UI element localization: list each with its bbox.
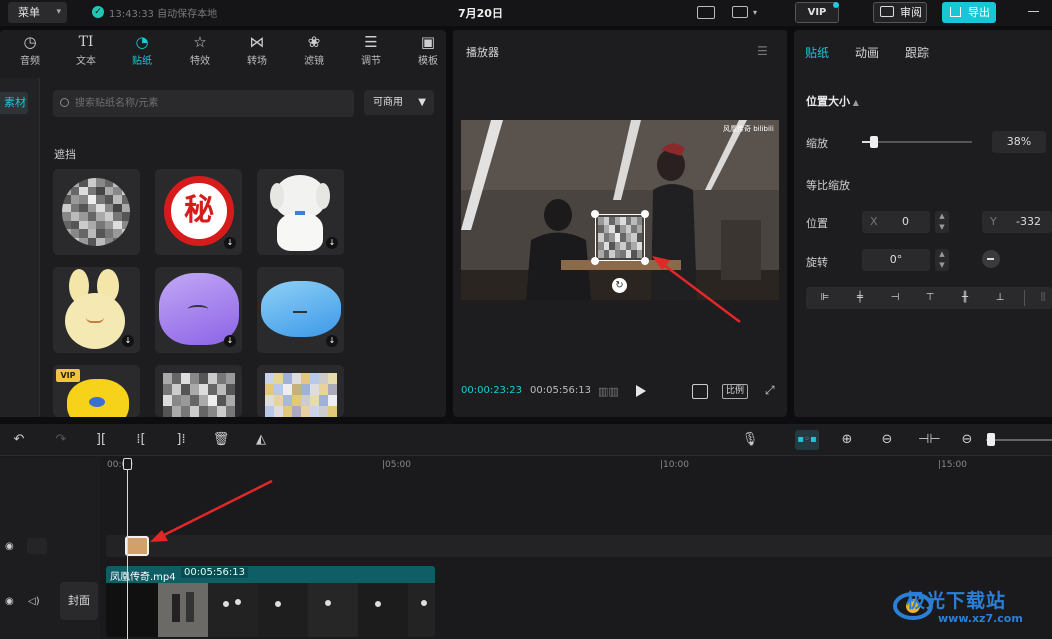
arrow-head — [150, 530, 168, 542]
annotation-arrows — [150, 256, 741, 542]
arrow-line — [659, 261, 741, 323]
watermark-url: www.xz7.com — [938, 612, 1023, 625]
watermark-text: 极光下载站 — [906, 590, 1007, 612]
arrow-line — [159, 479, 273, 539]
